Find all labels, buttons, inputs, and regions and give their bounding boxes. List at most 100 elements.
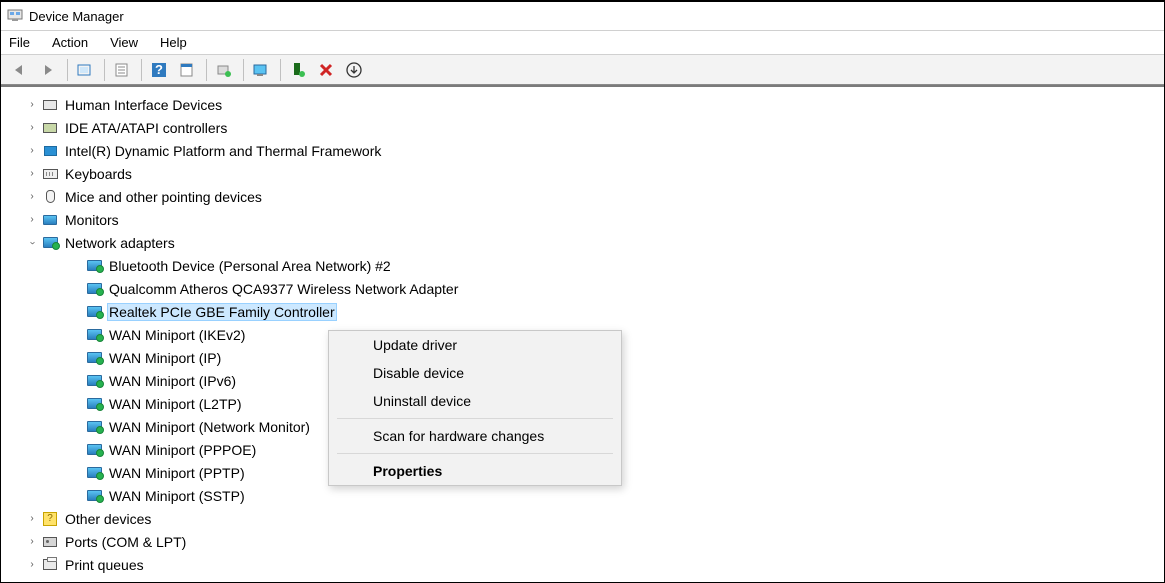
chevron-right-icon[interactable]: › (25, 558, 39, 572)
toolbar-separator (104, 59, 105, 81)
chevron-placeholder (69, 466, 83, 480)
tree-label: WAN Miniport (L2TP) (107, 395, 244, 413)
chevron-right-icon[interactable]: › (25, 213, 39, 227)
scan-hardware-icon[interactable] (248, 58, 274, 82)
cm-scan-hardware[interactable]: Scan for hardware changes (329, 422, 621, 450)
tree-item-nic-selected[interactable]: Realtek PCIe GBE Family Controller (3, 300, 1164, 323)
title-bar: Device Manager (1, 2, 1164, 30)
toolbar: ? (1, 55, 1164, 85)
menu-bar: File Action View Help (1, 30, 1164, 55)
forward-arrow-icon[interactable] (35, 58, 61, 82)
nic-icon (85, 303, 103, 321)
cm-separator (337, 453, 613, 454)
chevron-down-icon[interactable]: › (25, 236, 39, 250)
hid-icon (41, 96, 59, 114)
tree-label: Mice and other pointing devices (63, 188, 264, 206)
svg-text:?: ? (155, 62, 163, 77)
tree-label: WAN Miniport (IPv6) (107, 372, 238, 390)
mouse-icon (41, 188, 59, 206)
back-arrow-icon[interactable] (7, 58, 33, 82)
network-adapter-icon (41, 234, 59, 252)
menu-help[interactable]: Help (160, 35, 187, 50)
nic-icon (85, 257, 103, 275)
menu-file[interactable]: File (9, 35, 30, 50)
chevron-right-icon[interactable]: › (25, 535, 39, 549)
chevron-placeholder (69, 420, 83, 434)
tree-item-intel-dptf[interactable]: › Intel(R) Dynamic Platform and Thermal … (3, 139, 1164, 162)
tree-item-other-devices[interactable]: › ? Other devices (3, 507, 1164, 530)
keyboard-icon (41, 165, 59, 183)
tree-label: Print queues (63, 556, 146, 574)
tree-label: Other devices (63, 510, 153, 528)
show-hidden-icon[interactable] (72, 58, 98, 82)
nic-icon (85, 280, 103, 298)
tree-label: Bluetooth Device (Personal Area Network)… (107, 257, 393, 275)
tree-item-nic[interactable]: Bluetooth Device (Personal Area Network)… (3, 254, 1164, 277)
chevron-placeholder (69, 282, 83, 296)
tree-label: Network adapters (63, 234, 177, 252)
tree-item-hid[interactable]: › Human Interface Devices (3, 93, 1164, 116)
tree-item-network-adapters[interactable]: › Network adapters (3, 231, 1164, 254)
cm-update-driver[interactable]: Update driver (329, 331, 621, 359)
toolbar-separator (243, 59, 244, 81)
tree-label: Qualcomm Atheros QCA9377 Wireless Networ… (107, 280, 460, 298)
cm-uninstall-device[interactable]: Uninstall device (329, 387, 621, 415)
tree-label: Intel(R) Dynamic Platform and Thermal Fr… (63, 142, 383, 160)
chevron-right-icon[interactable]: › (25, 512, 39, 526)
nic-icon (85, 464, 103, 482)
nic-icon (85, 372, 103, 390)
chevron-right-icon[interactable]: › (25, 167, 39, 181)
chevron-placeholder (69, 443, 83, 457)
properties-icon[interactable] (174, 58, 200, 82)
menu-action[interactable]: Action (52, 35, 88, 50)
tree-item-nic[interactable]: Qualcomm Atheros QCA9377 Wireless Networ… (3, 277, 1164, 300)
nic-icon (85, 418, 103, 436)
nic-icon (85, 326, 103, 344)
printer-icon (41, 556, 59, 574)
update-driver-icon[interactable] (211, 58, 237, 82)
tree-label: Realtek PCIe GBE Family Controller (107, 303, 337, 321)
chevron-placeholder (69, 351, 83, 365)
chevron-placeholder (69, 328, 83, 342)
nic-icon (85, 441, 103, 459)
tree-label: WAN Miniport (PPTP) (107, 464, 247, 482)
chevron-right-icon[interactable]: › (25, 98, 39, 112)
properties-sheet-icon[interactable] (109, 58, 135, 82)
tree-label: WAN Miniport (Network Monitor) (107, 418, 312, 436)
tree-item-ide[interactable]: › IDE ATA/ATAPI controllers (3, 116, 1164, 139)
help-icon[interactable]: ? (146, 58, 172, 82)
toolbar-separator (206, 59, 207, 81)
tree-label: Monitors (63, 211, 121, 229)
tree-label: Ports (COM & LPT) (63, 533, 188, 551)
tree-label: WAN Miniport (PPPOE) (107, 441, 258, 459)
tree-item-nic[interactable]: WAN Miniport (SSTP) (3, 484, 1164, 507)
cm-disable-device[interactable]: Disable device (329, 359, 621, 387)
toolbar-separator (141, 59, 142, 81)
menu-view[interactable]: View (110, 35, 138, 50)
nic-icon (85, 349, 103, 367)
tree-item-monitors[interactable]: › Monitors (3, 208, 1164, 231)
chevron-right-icon[interactable]: › (25, 190, 39, 204)
context-menu: Update driver Disable device Uninstall d… (328, 330, 622, 486)
chevron-right-icon[interactable]: › (25, 144, 39, 158)
chevron-right-icon[interactable]: › (25, 121, 39, 135)
device-manager-icon (7, 7, 23, 26)
tree-item-print-queues[interactable]: › Print queues (3, 553, 1164, 576)
tree-item-keyboards[interactable]: › Keyboards (3, 162, 1164, 185)
tree-label: WAN Miniport (IP) (107, 349, 223, 367)
chevron-placeholder (69, 397, 83, 411)
chevron-placeholder (69, 374, 83, 388)
toolbar-separator (67, 59, 68, 81)
add-legacy-icon[interactable] (285, 58, 311, 82)
tree-item-mice[interactable]: › Mice and other pointing devices (3, 185, 1164, 208)
cm-properties[interactable]: Properties (329, 457, 621, 485)
monitor-icon (41, 211, 59, 229)
window-title: Device Manager (29, 9, 124, 24)
nic-icon (85, 487, 103, 505)
chip-icon (41, 142, 59, 160)
cm-separator (337, 418, 613, 419)
ide-icon (41, 119, 59, 137)
tree-item-ports[interactable]: › Ports (COM & LPT) (3, 530, 1164, 553)
remove-device-icon[interactable] (313, 58, 339, 82)
uninstall-icon[interactable] (341, 58, 367, 82)
